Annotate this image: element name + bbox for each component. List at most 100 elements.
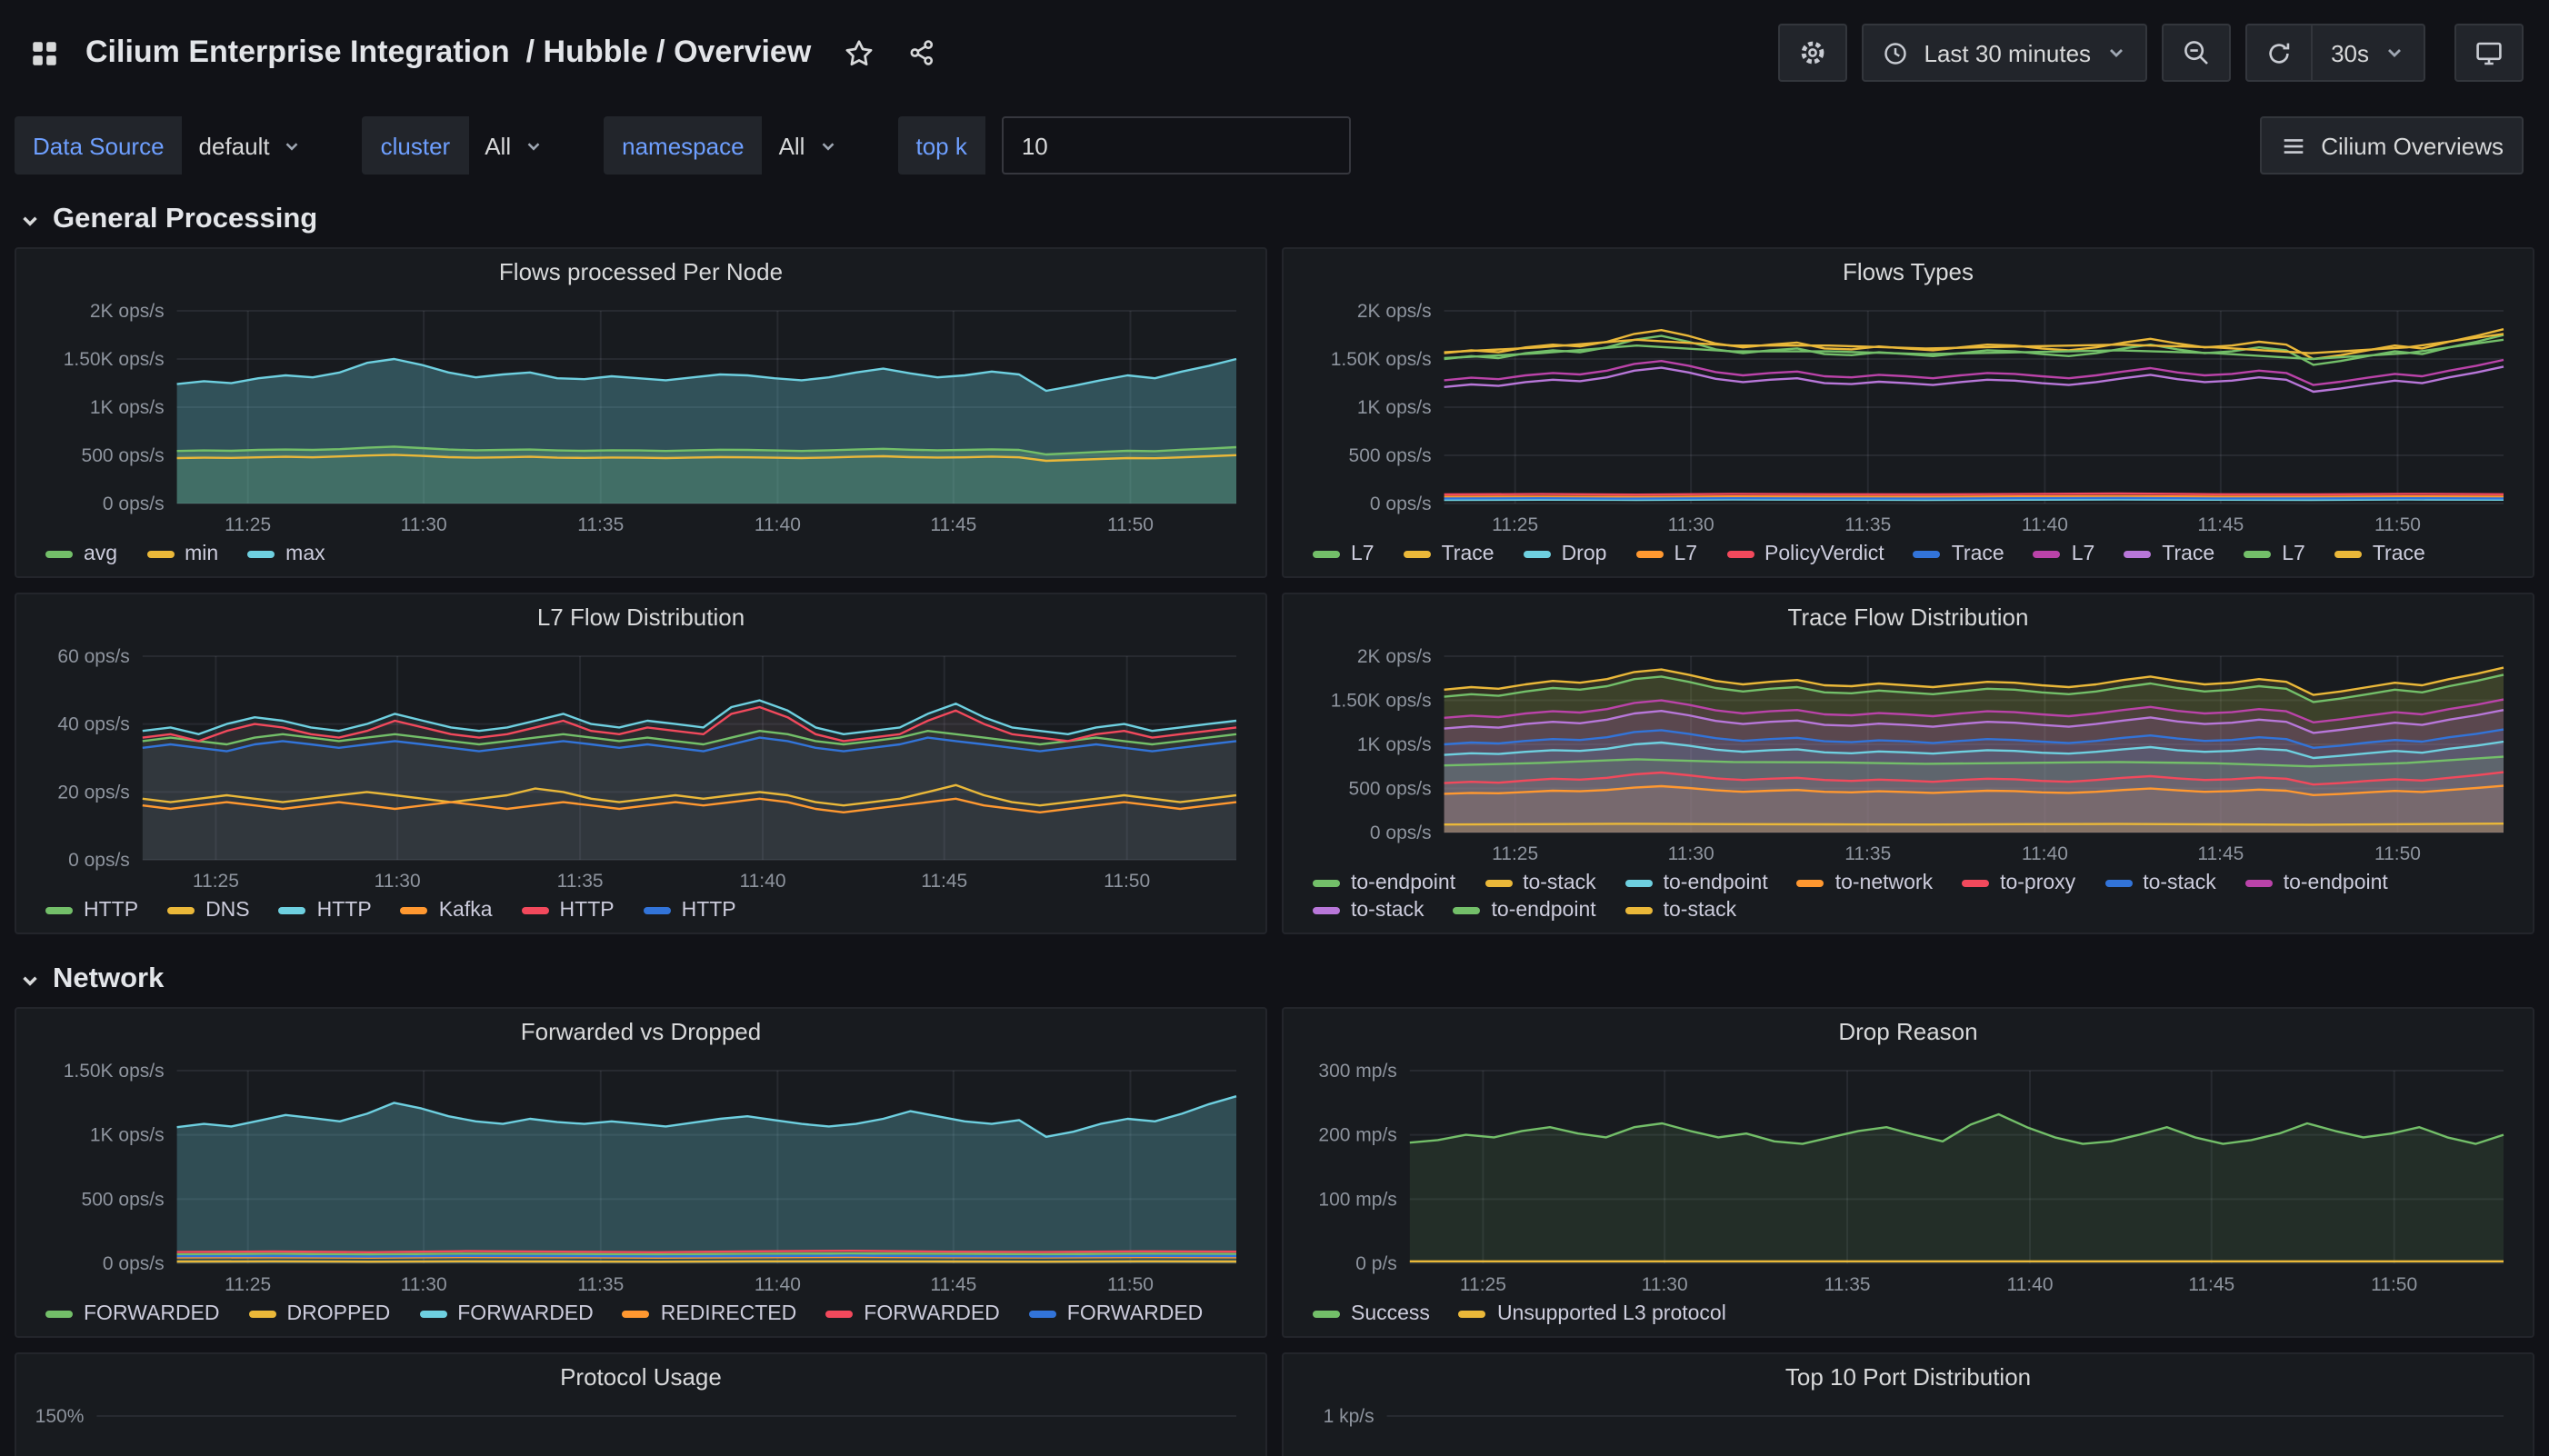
svg-text:11:30: 11:30 <box>375 871 421 892</box>
legend-item[interactable]: min <box>146 544 218 565</box>
panel-top-10-port-distribution: Top 10 Port Distribution 1 kp/s <box>1282 1352 2534 1456</box>
legend-item[interactable]: Success <box>1313 1303 1430 1325</box>
svg-text:11:35: 11:35 <box>557 871 604 892</box>
legend-item[interactable]: HTTP <box>644 900 736 922</box>
flows-processed-chart[interactable]: 0 ops/s500 ops/s1K ops/s1.50K ops/s2K op… <box>27 296 1255 540</box>
legend-item[interactable]: HTTP <box>45 900 138 922</box>
legend-label: to-network <box>1835 873 1933 894</box>
topk-input[interactable] <box>1002 116 1351 175</box>
kiosk-mode-button[interactable] <box>2454 24 2524 82</box>
port-distribution-chart[interactable]: 1 kp/s <box>1294 1401 2522 1456</box>
legend-label: avg <box>84 544 117 565</box>
forwarded-dropped-chart[interactable]: 0 ops/s500 ops/s1K ops/s1.50K ops/s11:25… <box>27 1056 1255 1300</box>
panel-title[interactable]: L7 Flow Distribution <box>16 594 1265 642</box>
panel-title[interactable]: Protocol Usage <box>16 1354 1265 1401</box>
legend-item[interactable]: L7 <box>1313 544 1374 565</box>
gear-icon <box>1799 38 1828 67</box>
legend-swatch-icon <box>522 907 549 914</box>
panel-title[interactable]: Trace Flow Distribution <box>1284 594 2533 642</box>
cilium-overviews-label: Cilium Overviews <box>2321 132 2504 159</box>
legend-item[interactable]: L7 <box>1635 544 1697 565</box>
cluster-value: All <box>485 132 511 159</box>
refresh-icon <box>2265 39 2293 66</box>
svg-text:500 ops/s: 500 ops/s <box>82 445 165 466</box>
legend: to-endpoint to-stack to-endpoint to-network… <box>1284 869 2533 932</box>
legend-item[interactable]: Trace <box>2124 544 2214 565</box>
share-button[interactable] <box>904 35 940 71</box>
legend-item[interactable]: avg <box>45 544 117 565</box>
dashboard-folder-title[interactable]: Cilium Enterprise Integration <box>85 35 510 71</box>
legend-item[interactable]: REDIRECTED <box>623 1303 797 1325</box>
drop-reason-chart[interactable]: 0 p/s100 mp/s200 mp/s300 mp/s11:2511:301… <box>1294 1056 2522 1300</box>
legend-item[interactable]: to-endpoint <box>1454 900 1596 922</box>
monitor-icon <box>2474 38 2504 67</box>
legend-item[interactable]: PolicyVerdict <box>1726 544 1884 565</box>
legend-item[interactable]: to-network <box>1797 873 1933 894</box>
legend-item[interactable]: Unsupported L3 protocol <box>1459 1303 1726 1325</box>
legend-item[interactable]: Drop <box>1524 544 1607 565</box>
legend-item[interactable]: Trace <box>1914 544 2004 565</box>
legend-item[interactable]: to-endpoint <box>2245 873 2388 894</box>
legend-item[interactable]: Trace <box>1404 544 1494 565</box>
l7-flow-chart[interactable]: 0 ops/s20 ops/s40 ops/s60 ops/s11:2511:3… <box>27 642 1255 896</box>
legend-item[interactable]: HTTP <box>522 900 615 922</box>
time-range-picker[interactable]: Last 30 minutes <box>1863 24 2148 82</box>
datasource-picker[interactable]: default <box>183 116 319 175</box>
refresh-button[interactable] <box>2245 24 2311 82</box>
legend-item[interactable]: FORWARDED <box>45 1303 220 1325</box>
legend-item[interactable]: to-endpoint <box>1625 873 1768 894</box>
trace-flow-chart[interactable]: 0 ops/s500 ops/s1K ops/s1.50K ops/s2K op… <box>1294 642 2522 869</box>
panel-title[interactable]: Flows processed Per Node <box>16 249 1265 296</box>
namespace-picker[interactable]: All <box>763 116 855 175</box>
star-icon <box>844 37 875 68</box>
legend-item[interactable]: max <box>247 544 325 565</box>
legend-item[interactable]: to-endpoint <box>1313 873 1455 894</box>
legend-item[interactable]: DROPPED <box>249 1303 391 1325</box>
legend-item[interactable]: Trace <box>2334 544 2425 565</box>
section-title: General Processing <box>53 204 317 236</box>
flows-types-chart[interactable]: 0 ops/s500 ops/s1K ops/s1.50K ops/s2K op… <box>1294 296 2522 540</box>
legend-item[interactable]: Kafka <box>401 900 493 922</box>
list-icon <box>2279 132 2306 159</box>
legend-item[interactable]: L7 <box>2034 544 2095 565</box>
section-network[interactable]: Network <box>0 949 2549 1007</box>
section-general-processing[interactable]: General Processing <box>0 189 2549 247</box>
svg-text:11:40: 11:40 <box>740 871 786 892</box>
legend-item[interactable]: HTTP <box>279 900 372 922</box>
cilium-overviews-button[interactable]: Cilium Overviews <box>2259 116 2524 175</box>
legend-item[interactable]: L7 <box>2244 544 2305 565</box>
legend-swatch-icon <box>1625 880 1653 887</box>
dashboards-menu-button[interactable] <box>25 34 64 72</box>
chevron-down-icon <box>2384 42 2405 64</box>
legend-item[interactable]: FORWARDED <box>1029 1303 1204 1325</box>
panel-title[interactable]: Top 10 Port Distribution <box>1284 1354 2533 1401</box>
legend-item[interactable]: to-stack <box>1484 873 1596 894</box>
protocol-usage-chart[interactable]: 150% <box>27 1401 1255 1456</box>
dashboard-settings-button[interactable] <box>1779 24 1848 82</box>
legend-item[interactable]: to-stack <box>1625 900 1737 922</box>
legend-item[interactable]: to-stack <box>2104 873 2216 894</box>
refresh-interval-picker[interactable]: 30s <box>2311 24 2425 82</box>
legend-swatch-icon <box>1313 551 1340 558</box>
legend-label: FORWARDED <box>457 1303 594 1325</box>
legend-swatch-icon <box>419 1311 446 1318</box>
legend-swatch-icon <box>1914 551 1941 558</box>
legend-item[interactable]: FORWARDED <box>825 1303 1000 1325</box>
legend-item[interactable]: DNS <box>167 900 250 922</box>
legend-label: max <box>285 544 325 565</box>
legend-swatch-icon <box>1484 880 1512 887</box>
svg-text:2K ops/s: 2K ops/s <box>1357 301 1432 322</box>
panel-title[interactable]: Forwarded vs Dropped <box>16 1009 1265 1056</box>
svg-text:1.50K ops/s: 1.50K ops/s <box>1331 349 1432 370</box>
legend-item[interactable]: to-proxy <box>1962 873 2075 894</box>
chevron-down-icon <box>817 135 837 155</box>
panel-title[interactable]: Drop Reason <box>1284 1009 2533 1056</box>
legend-item[interactable]: FORWARDED <box>419 1303 594 1325</box>
legend-item[interactable]: to-stack <box>1313 900 1424 922</box>
cluster-picker[interactable]: All <box>468 116 560 175</box>
panel-title[interactable]: Flows Types <box>1284 249 2533 296</box>
chevron-down-icon <box>524 135 544 155</box>
svg-text:500 ops/s: 500 ops/s <box>1349 779 1432 800</box>
star-button[interactable] <box>840 34 878 72</box>
zoom-out-button[interactable] <box>2162 24 2231 82</box>
